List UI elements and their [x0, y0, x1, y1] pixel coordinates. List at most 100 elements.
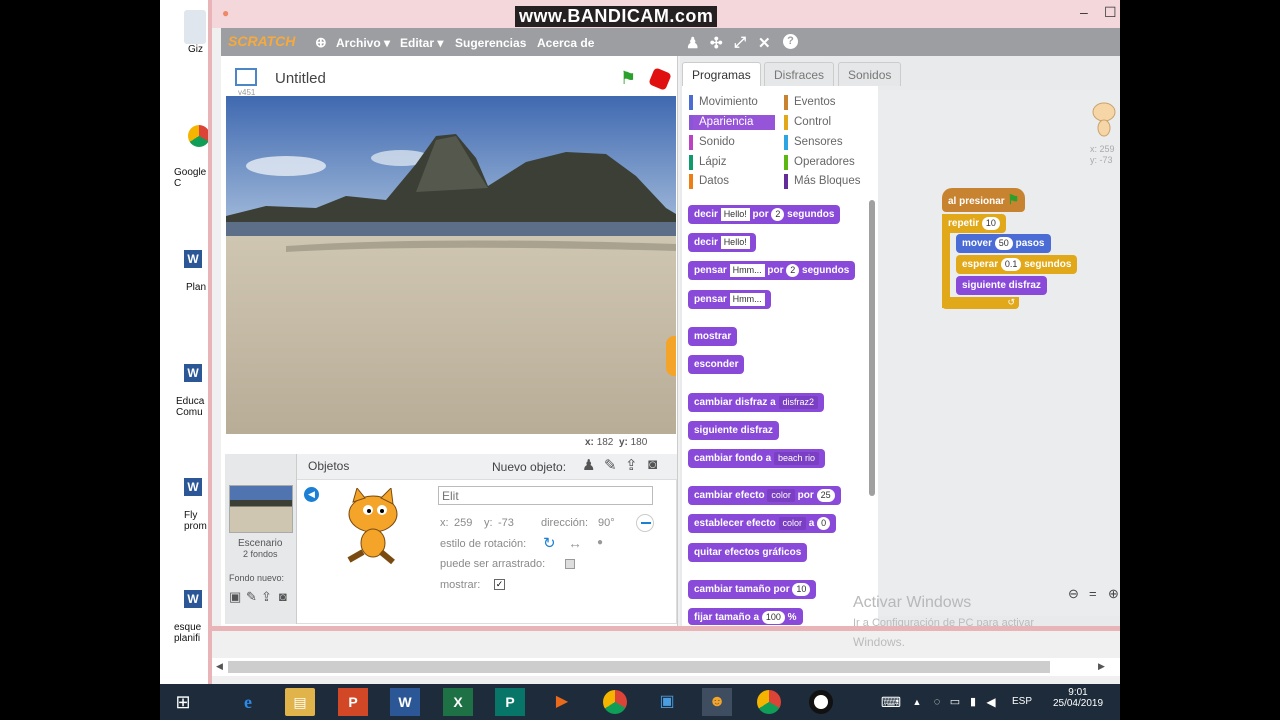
block-think[interactable]: pensar Hmm...	[688, 290, 771, 309]
tab-disfraces[interactable]: Disfraces	[764, 62, 835, 86]
menu-sugerencias[interactable]: Sugerencias	[455, 36, 526, 50]
block-input[interactable]: 100	[761, 611, 785, 624]
scripts-area[interactable]	[878, 90, 1120, 616]
explorer-icon[interactable]: ▤	[285, 688, 315, 716]
paint-backdrop-icon[interactable]: ✎	[246, 589, 257, 605]
menu-editar[interactable]: Editar ▾	[400, 36, 443, 50]
zoom-reset-icon[interactable]: =	[1089, 586, 1097, 601]
block-dropdown[interactable]: disfraz2	[778, 396, 819, 409]
cat-sprite-partial[interactable]	[666, 336, 676, 376]
category-lapiz[interactable]: Lápiz	[689, 155, 727, 170]
choose-sprite-icon[interactable]: ♟	[582, 456, 595, 474]
green-flag-icon[interactable]: ⚑	[620, 68, 640, 88]
scratch-taskbar-icon[interactable]: ☻	[702, 688, 732, 716]
block-dropdown[interactable]: beach rio	[774, 452, 820, 465]
block-switch-backdrop[interactable]: cambiar fondo a beach rio	[688, 449, 826, 468]
duplicate-icon[interactable]: ♟	[686, 34, 699, 52]
script-move[interactable]: mover 50 pasos	[956, 234, 1051, 253]
block-input[interactable]: 50	[994, 237, 1013, 250]
globe-icon[interactable]: ⊕	[315, 34, 327, 51]
block-change-effect[interactable]: cambiar efecto color por 25	[688, 486, 841, 505]
camera-icon[interactable]: ◙	[648, 456, 657, 473]
scrollbar-thumb[interactable]	[228, 661, 1050, 673]
category-datos[interactable]: Datos	[689, 174, 729, 189]
block-input[interactable]: 10	[981, 217, 1000, 230]
dont-rotate-icon[interactable]: ●	[597, 537, 603, 548]
block-dropdown[interactable]: color	[767, 489, 795, 502]
desktop-icon-word-1[interactable]: W Plan	[170, 250, 210, 293]
help-icon[interactable]: ?	[783, 34, 798, 49]
script-next-costume[interactable]: siguiente disfraz	[956, 276, 1047, 295]
menu-acerca[interactable]: Acerca de	[537, 36, 594, 50]
category-sensores[interactable]: Sensores	[784, 135, 843, 150]
chrome-icon-2[interactable]	[754, 688, 784, 716]
language-indicator[interactable]: ESP	[1012, 696, 1032, 707]
desktop-icon-word-2[interactable]: W Educa Comu	[170, 364, 210, 418]
block-input[interactable]: Hello!	[720, 208, 750, 221]
chrome-icon[interactable]	[600, 688, 630, 716]
desktop-icon-word-4[interactable]: W esque planifi	[170, 590, 210, 644]
scroll-right-icon[interactable]: ▶	[1098, 661, 1105, 672]
script-repeat[interactable]: repetir 10	[942, 214, 1006, 233]
category-movimiento[interactable]: Movimiento	[689, 95, 758, 110]
block-input[interactable]: 0	[817, 517, 831, 530]
media-player-icon[interactable]: ▶	[547, 688, 577, 716]
block-input[interactable]: 2	[771, 208, 785, 221]
record-icon[interactable]	[806, 688, 836, 716]
zoom-out-icon[interactable]: ⊖	[1068, 586, 1079, 602]
block-input[interactable]: Hmm...	[729, 264, 765, 277]
block-think-for-secs[interactable]: pensar Hmm... por 2 segundos	[688, 261, 856, 280]
tab-programas[interactable]: Programas	[682, 62, 761, 86]
desktop-icon-giz[interactable]: Giz	[170, 10, 210, 55]
project-title[interactable]: Untitled	[275, 70, 326, 87]
tray-icon[interactable]: ◌	[930, 688, 944, 716]
rotate-all-icon[interactable]: ↻	[543, 534, 556, 552]
excel-icon[interactable]: X	[443, 688, 473, 716]
signal-icon[interactable]: ▮	[966, 688, 980, 716]
block-change-size[interactable]: cambiar tamaño por 10	[688, 580, 817, 599]
cut-icon[interactable]: ✣	[710, 34, 723, 52]
category-control[interactable]: Control	[784, 115, 831, 130]
palette-scrollbar[interactable]	[869, 200, 875, 496]
block-input[interactable]: Hello!	[720, 236, 750, 249]
maximize-icon[interactable]: ☐	[1104, 4, 1117, 20]
block-dropdown[interactable]: color	[778, 517, 807, 530]
block-set-size[interactable]: fijar tamaño a 100 %	[688, 608, 803, 625]
script-when-flag-clicked[interactable]: al presionar ⚑	[942, 188, 1026, 212]
minimize-icon[interactable]: –	[1080, 4, 1092, 20]
shrink-icon[interactable]: ✕	[758, 34, 771, 52]
grow-icon[interactable]: ⤢	[734, 34, 746, 51]
start-icon[interactable]: ⊞	[168, 688, 198, 716]
menu-archivo[interactable]: Archivo ▾	[336, 36, 390, 50]
sprite-name-input[interactable]	[438, 486, 653, 505]
scratch-logo[interactable]: SCRATCH	[228, 33, 295, 49]
choose-backdrop-icon[interactable]: ▣	[229, 589, 241, 605]
block-input[interactable]: 2	[786, 264, 800, 277]
powerpoint-icon[interactable]: P	[338, 688, 368, 716]
category-eventos[interactable]: Eventos	[784, 95, 836, 110]
upload-backdrop-icon[interactable]: ⇪	[261, 589, 272, 605]
back-arrow-icon[interactable]: ◀	[304, 487, 319, 502]
desktop-icon-word-3[interactable]: W Fly prom	[170, 478, 210, 532]
left-right-icon[interactable]: ↔	[568, 535, 582, 551]
camera-backdrop-icon[interactable]: ◙	[279, 589, 287, 604]
block-input[interactable]: 25	[816, 489, 835, 502]
clock[interactable]: 9:01 25/04/2019	[1048, 687, 1108, 709]
block-input[interactable]: Hmm...	[729, 293, 765, 306]
stage-thumbnail[interactable]	[229, 485, 293, 533]
category-operadores[interactable]: Operadores	[784, 155, 855, 170]
tab-sonidos[interactable]: Sonidos	[838, 62, 902, 86]
battery-icon[interactable]: ▭	[948, 688, 962, 716]
block-show[interactable]: mostrar	[688, 327, 738, 346]
block-switch-costume[interactable]: cambiar disfraz a disfraz2	[688, 393, 825, 412]
paint-sprite-icon[interactable]: ✎	[604, 456, 617, 474]
desktop-icon-chrome[interactable]: Google C	[170, 125, 210, 189]
category-mas-bloques[interactable]: Más Bloques	[784, 174, 860, 189]
block-say-for-secs[interactable]: decir Hello! por 2 segundos	[688, 205, 841, 224]
block-input[interactable]: 10	[792, 583, 811, 596]
script-wait[interactable]: esperar 0.1 segundos	[956, 255, 1078, 274]
block-set-effect[interactable]: establecer efecto color a 0	[688, 514, 837, 533]
stage-canvas[interactable]	[226, 96, 676, 434]
category-apariencia[interactable]: Apariencia	[689, 115, 775, 130]
scroll-left-icon[interactable]: ◀	[216, 661, 223, 672]
